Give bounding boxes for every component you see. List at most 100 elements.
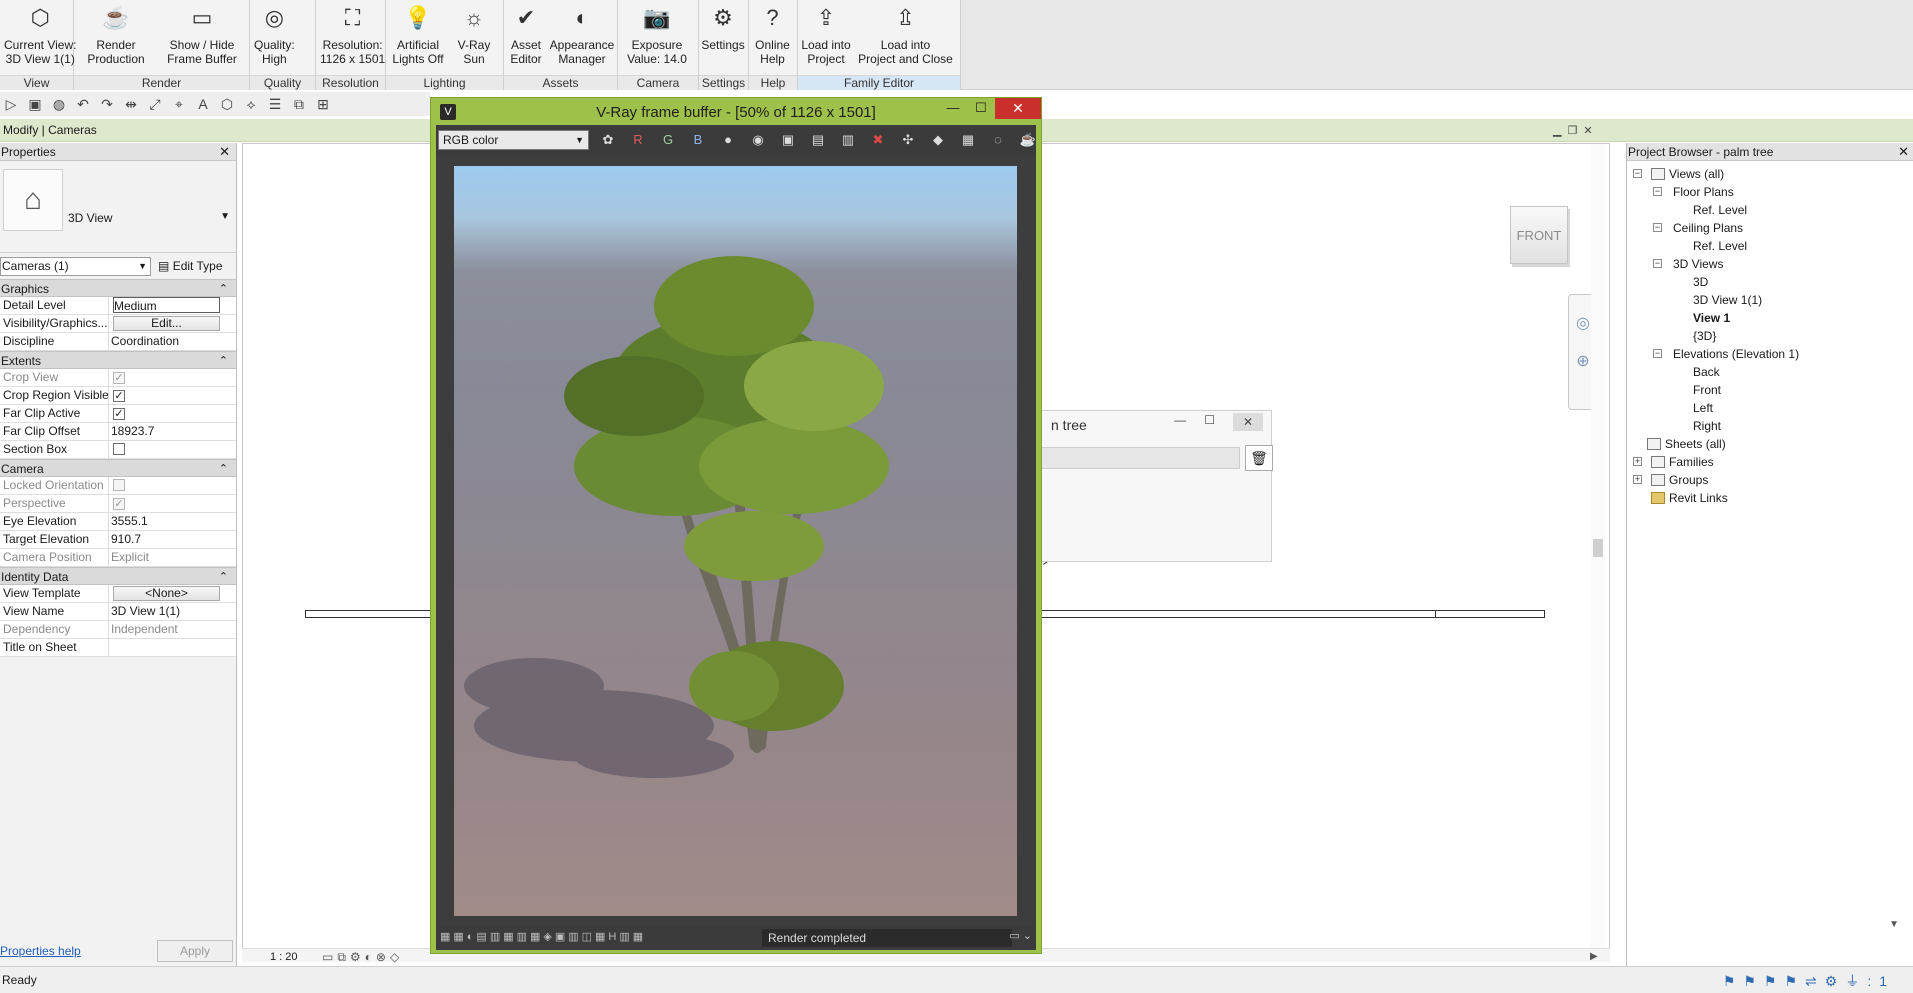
status-icons[interactable]: ⚑⚑⚑⚑⇌⚙⏚:1 bbox=[1723, 971, 1895, 991]
collapse-icon[interactable]: − bbox=[1653, 223, 1662, 232]
far-clip-checkbox[interactable]: ✓ bbox=[113, 408, 125, 420]
save-icon[interactable]: ▣ bbox=[776, 130, 800, 150]
green-channel-button[interactable]: G bbox=[656, 130, 680, 150]
apply-button[interactable]: Apply bbox=[157, 940, 233, 962]
vertical-scrollbar[interactable]: ▼ bbox=[1591, 144, 1605, 959]
prop-value[interactable]: Coordination bbox=[109, 333, 222, 350]
load-into-project-button[interactable]: ⇪ Load into Project bbox=[798, 0, 854, 75]
section-camera[interactable]: Camera ⌃ bbox=[0, 459, 236, 477]
collapse-icon[interactable]: − bbox=[1653, 259, 1662, 268]
link-icon[interactable]: ◆ bbox=[926, 130, 950, 150]
title-on-sheet-field[interactable] bbox=[109, 639, 222, 656]
tree-node-3d[interactable]: 3D bbox=[1633, 273, 1799, 291]
close-icon[interactable]: ✕ bbox=[219, 143, 230, 161]
clear-icon[interactable]: ▥ bbox=[836, 130, 860, 150]
expand-icon[interactable]: + bbox=[1633, 457, 1642, 466]
section-extents[interactable]: Extents ⌃ bbox=[0, 351, 236, 369]
properties-help-link[interactable]: Properties help bbox=[0, 944, 81, 958]
asset-editor-button[interactable]: ✔ Asset Editor bbox=[504, 0, 548, 75]
tree-node-revit-links[interactable]: Revit Links bbox=[1633, 489, 1799, 507]
restore-icon[interactable]: ❐ bbox=[1567, 124, 1577, 137]
detail-level-field[interactable]: Medium bbox=[113, 297, 220, 313]
close-icon[interactable]: ✕ bbox=[1233, 413, 1263, 431]
settings-button[interactable]: ⚙ Settings bbox=[699, 0, 747, 75]
tree-node-back[interactable]: Back bbox=[1633, 363, 1799, 381]
vray-sun-button[interactable]: ☼ V-Ray Sun bbox=[450, 0, 498, 75]
tree-node-3d-views[interactable]: − 3D Views bbox=[1633, 255, 1799, 273]
close-icon[interactable]: ✕ bbox=[995, 98, 1041, 119]
trash-icon[interactable]: 🗑 bbox=[1245, 445, 1273, 471]
tree-node-views-all[interactable]: − Views (all) bbox=[1633, 165, 1799, 183]
tree-node-3d-braces[interactable]: {3D} bbox=[1633, 327, 1799, 345]
measure-icon[interactable]: ⇹ bbox=[122, 96, 140, 113]
compare-icon[interactable]: ▦ bbox=[956, 130, 980, 150]
tree-node-groups[interactable]: + Groups bbox=[1633, 471, 1799, 489]
thin-lines-icon[interactable]: ☰ bbox=[266, 96, 284, 113]
instance-filter-dropdown[interactable]: Cameras (1) ▼ bbox=[0, 257, 151, 276]
dialog-input[interactable] bbox=[1041, 447, 1240, 469]
default-3d-icon[interactable]: ⬡ bbox=[218, 96, 236, 113]
render-icon[interactable]: ☕ bbox=[1016, 130, 1040, 150]
scroll-thumb[interactable] bbox=[1593, 539, 1603, 557]
view-name-field[interactable]: 3D View 1(1) bbox=[109, 603, 222, 620]
tree-node-front[interactable]: Front bbox=[1633, 381, 1799, 399]
region-render-icon[interactable]: ✣ bbox=[896, 130, 920, 150]
vfb-status-icons[interactable]: ▦▦◐▤▥▦▥▦◈▣▥◫▦H▥▦ bbox=[440, 930, 646, 943]
redo-icon[interactable]: ↷ bbox=[98, 96, 116, 113]
tree-node-sheets[interactable]: Sheets (all) bbox=[1633, 435, 1799, 453]
tree-node-families[interactable]: + Families bbox=[1633, 453, 1799, 471]
stop-render-icon[interactable]: ✖ bbox=[866, 130, 890, 150]
tree-node-3d-view-1-1[interactable]: 3D View 1(1) bbox=[1633, 291, 1799, 309]
load-icon[interactable]: ▤ bbox=[806, 130, 830, 150]
sync-icon[interactable]: ◍ bbox=[50, 96, 68, 113]
scroll-right-icon[interactable]: ▶ bbox=[1590, 951, 1598, 962]
scroll-down-icon[interactable]: ▼ bbox=[1889, 919, 1899, 930]
undo-icon[interactable]: ↶ bbox=[74, 96, 92, 113]
type-selector[interactable]: ⌂ 3D View ▼ bbox=[0, 161, 236, 253]
target-elevation-field[interactable]: 910.7 bbox=[109, 531, 222, 548]
section-identity-data[interactable]: Identity Data ⌃ bbox=[0, 567, 236, 585]
vfb-status-right-icons[interactable]: ▭ ⌄ bbox=[1009, 929, 1032, 942]
collapse-icon[interactable]: − bbox=[1653, 187, 1662, 196]
visibility-edit-button[interactable]: Edit... bbox=[113, 316, 220, 331]
view-template-button[interactable]: <None> bbox=[113, 586, 220, 601]
section-box-checkbox[interactable] bbox=[113, 443, 125, 455]
dimension-icon[interactable]: ⤢ bbox=[146, 96, 164, 113]
far-clip-offset-field[interactable]: 18923.7 bbox=[109, 423, 222, 440]
crop-region-checkbox[interactable]: ✓ bbox=[113, 390, 125, 402]
tree-node-cp-ref-level[interactable]: Ref. Level bbox=[1633, 237, 1799, 255]
frame-buffer-button[interactable]: ▭ Show / Hide Frame Buffer bbox=[158, 0, 246, 75]
close-icon[interactable]: ✕ bbox=[1583, 124, 1592, 137]
tree-node-ceiling-plans[interactable]: − Ceiling Plans bbox=[1633, 219, 1799, 237]
appearance-manager-button[interactable]: ◐ Appearance Manager bbox=[548, 0, 616, 75]
online-help-button[interactable]: ? Online Help bbox=[749, 0, 796, 75]
color-channels-icon[interactable]: ✿ bbox=[596, 130, 620, 150]
minimize-icon[interactable]: ▁ bbox=[1553, 124, 1561, 137]
view-control-icons[interactable]: ▭⧉⚙◐⊗◇ bbox=[322, 950, 403, 965]
view-scale[interactable]: 1 : 20 bbox=[270, 951, 298, 963]
tag-icon[interactable]: ⌖ bbox=[170, 96, 188, 113]
minimize-icon[interactable]: — bbox=[1174, 413, 1186, 431]
blue-channel-button[interactable]: B bbox=[686, 130, 710, 150]
tree-node-fp-ref-level[interactable]: Ref. Level bbox=[1633, 201, 1799, 219]
history-icon[interactable]: ◌ bbox=[986, 130, 1010, 150]
close-icon[interactable]: ✕ bbox=[1898, 143, 1909, 161]
save-icon[interactable]: ▣ bbox=[26, 96, 44, 113]
open-icon[interactable]: ▷ bbox=[2, 96, 20, 113]
minimize-icon[interactable]: — bbox=[939, 98, 967, 118]
viewcube[interactable]: FRONT bbox=[1510, 206, 1568, 264]
tree-node-left[interactable]: Left bbox=[1633, 399, 1799, 417]
close-windows-icon[interactable]: ⧉ bbox=[290, 96, 308, 113]
current-view-button[interactable]: ⬡ Current View: 3D View 1(1) bbox=[0, 0, 80, 75]
channel-dropdown[interactable]: RGB color ▼ bbox=[438, 130, 589, 150]
render-production-button[interactable]: ☕ Render Production bbox=[74, 0, 158, 75]
section-graphics[interactable]: Graphics ⌃ bbox=[0, 279, 236, 297]
maximize-icon[interactable]: ☐ bbox=[1204, 413, 1215, 431]
red-channel-button[interactable]: R bbox=[626, 130, 650, 150]
text-icon[interactable]: A bbox=[194, 96, 212, 112]
artificial-lights-button[interactable]: 💡 Artificial Lights Off bbox=[386, 0, 450, 75]
tree-node-view-1[interactable]: View 1 bbox=[1633, 309, 1799, 327]
collapse-icon[interactable]: − bbox=[1633, 169, 1642, 178]
edit-type-button[interactable]: ▤ Edit Type bbox=[158, 257, 223, 276]
load-and-close-button[interactable]: ⇫ Load into Project and Close bbox=[854, 0, 957, 75]
